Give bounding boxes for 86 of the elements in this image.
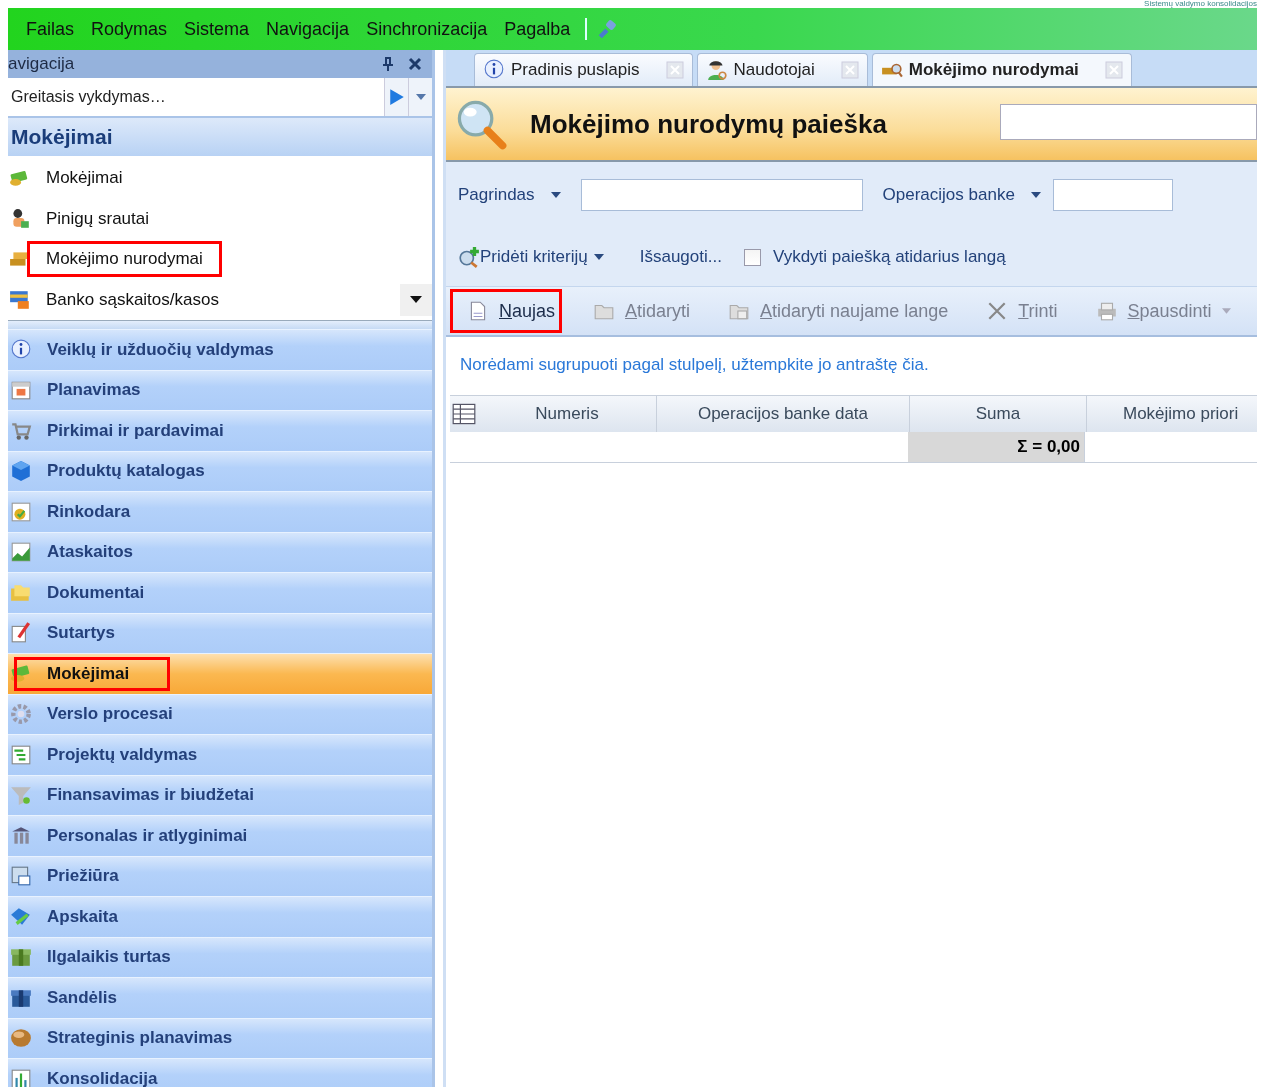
- splitter-handle[interactable]: [8, 320, 432, 329]
- nav-section[interactable]: Projektų valdymas: [8, 734, 432, 775]
- nav-section[interactable]: Priežiūra: [8, 855, 432, 896]
- calendar-icon: [10, 379, 32, 402]
- menu-item[interactable]: Failas: [18, 18, 83, 40]
- nav-section[interactable]: Konsolidacija: [8, 1058, 432, 1087]
- caret-icon: [415, 94, 426, 100]
- card-icon: [9, 288, 31, 311]
- column-chooser-icon[interactable]: [452, 402, 476, 426]
- column-header[interactable]: Mokėjimo priori: [1086, 396, 1263, 432]
- cube-icon: [10, 460, 32, 483]
- group-title: Mokėjimai: [8, 118, 432, 156]
- info-icon: [10, 338, 32, 361]
- caret-icon: [1030, 192, 1041, 198]
- add-search-icon: [458, 246, 480, 268]
- nav-link[interactable]: Mokėjimo nurodymai: [27, 241, 222, 278]
- funnel-icon: [10, 784, 32, 807]
- nav-section[interactable]: Apskaita: [8, 896, 432, 937]
- add-criteria-button[interactable]: Pridėti kriterijų: [458, 246, 604, 268]
- menu-item[interactable]: Navigacija: [258, 18, 359, 40]
- nav-link[interactable]: Mokėjimai: [27, 160, 142, 197]
- caret-icon: [1221, 308, 1231, 314]
- info-icon: [483, 59, 505, 81]
- column-header[interactable]: Operacijos banke data: [656, 396, 909, 432]
- caret-icon: [593, 254, 604, 260]
- criterion-field[interactable]: [1052, 179, 1173, 211]
- nav-section[interactable]: Mokėjimai: [8, 653, 432, 694]
- group-hint: Norėdami sugrupuoti pagal stulpelį, užtempkite jo antraštę čia.: [459, 355, 930, 376]
- nav-section[interactable]: Rinkodara: [8, 491, 432, 532]
- pin-icon[interactable]: [382, 57, 394, 71]
- nav-section[interactable]: Produktų katalogas: [8, 450, 432, 491]
- dropdown-button[interactable]: [408, 78, 432, 116]
- tag-icon: [10, 905, 32, 928]
- box-icon: [10, 946, 32, 969]
- nav-section[interactable]: Veiklų ir užduočių valdymas: [8, 329, 432, 370]
- tab[interactable]: Naudotojai: [696, 53, 868, 86]
- run-button[interactable]: [384, 78, 408, 116]
- criterion-field[interactable]: [580, 179, 863, 211]
- tab[interactable]: Pradinis puslapis: [474, 53, 693, 86]
- printer-icon: [1095, 300, 1118, 322]
- nav-link[interactable]: Banko sąskaitos/kasos: [27, 281, 238, 318]
- scroll-down-button[interactable]: [400, 283, 432, 316]
- line-chart-icon: [10, 541, 32, 564]
- nav-section[interactable]: Finansavimas ir biudžetai: [8, 774, 432, 815]
- column-header[interactable]: Numeris: [478, 396, 656, 432]
- nav-section[interactable]: Ataskaitos: [8, 531, 432, 572]
- criterion-dropdown[interactable]: Pagrindas: [458, 185, 561, 205]
- menu-item[interactable]: Sistema: [176, 18, 259, 40]
- nav-section[interactable]: Dokumentai: [8, 572, 432, 613]
- checkbox[interactable]: [743, 248, 761, 266]
- bar-chart-icon: [10, 1067, 32, 1087]
- search-title: Mokėjimo nurodymų paieška: [530, 108, 888, 140]
- checkbox-label: Vykdyti paiešką atidarius langą: [772, 247, 1006, 267]
- nav-section[interactable]: Sandėlis: [8, 977, 432, 1018]
- user-icon: [705, 59, 728, 81]
- search-field[interactable]: [1000, 104, 1257, 140]
- money-icon: [10, 662, 32, 685]
- menu-item[interactable]: Pagalba: [496, 18, 580, 40]
- toolbar-button[interactable]: Naujas: [450, 289, 563, 333]
- nav-section[interactable]: Personalas ir atlyginimai: [8, 815, 432, 856]
- close-icon[interactable]: [408, 57, 422, 71]
- server-icon: [10, 865, 32, 888]
- sphere-icon: [10, 1027, 32, 1050]
- nav-section[interactable]: Strateginis planavimas: [8, 1017, 432, 1058]
- pen-icon: [10, 622, 32, 645]
- nav-section[interactable]: Sutartys: [8, 612, 432, 653]
- menu-item[interactable]: Sinchronizacija: [358, 18, 497, 40]
- chart-icon: [10, 500, 32, 523]
- nav-section[interactable]: Verslo procesai: [8, 693, 432, 734]
- sum-cell: Σ = 0,00: [908, 432, 1084, 462]
- nav-section[interactable]: Ilgalaikis turtas: [8, 936, 432, 977]
- nav-section[interactable]: Planavimas: [8, 369, 432, 410]
- gear-icon: [10, 703, 32, 726]
- nav-section[interactable]: Pirkimai ir pardavimai: [8, 410, 432, 451]
- save-link[interactable]: Išsaugoti...: [639, 247, 722, 267]
- caret-icon: [550, 192, 561, 198]
- caret-icon: [410, 296, 422, 303]
- play-icon: [388, 88, 405, 106]
- tab[interactable]: Mokėjimo nurodymai: [871, 53, 1132, 86]
- criterion-dropdown[interactable]: Operacijos banke: [882, 185, 1041, 205]
- window-caption: Sistemų valdymo konsolidacijos: [1144, 0, 1257, 8]
- nav-link[interactable]: Pinigų srautai: [27, 200, 168, 237]
- panel-title: avigacija: [8, 54, 76, 74]
- menu-item[interactable]: Rodymas: [83, 18, 177, 40]
- gantt-icon: [10, 743, 32, 766]
- building-icon: [10, 824, 32, 847]
